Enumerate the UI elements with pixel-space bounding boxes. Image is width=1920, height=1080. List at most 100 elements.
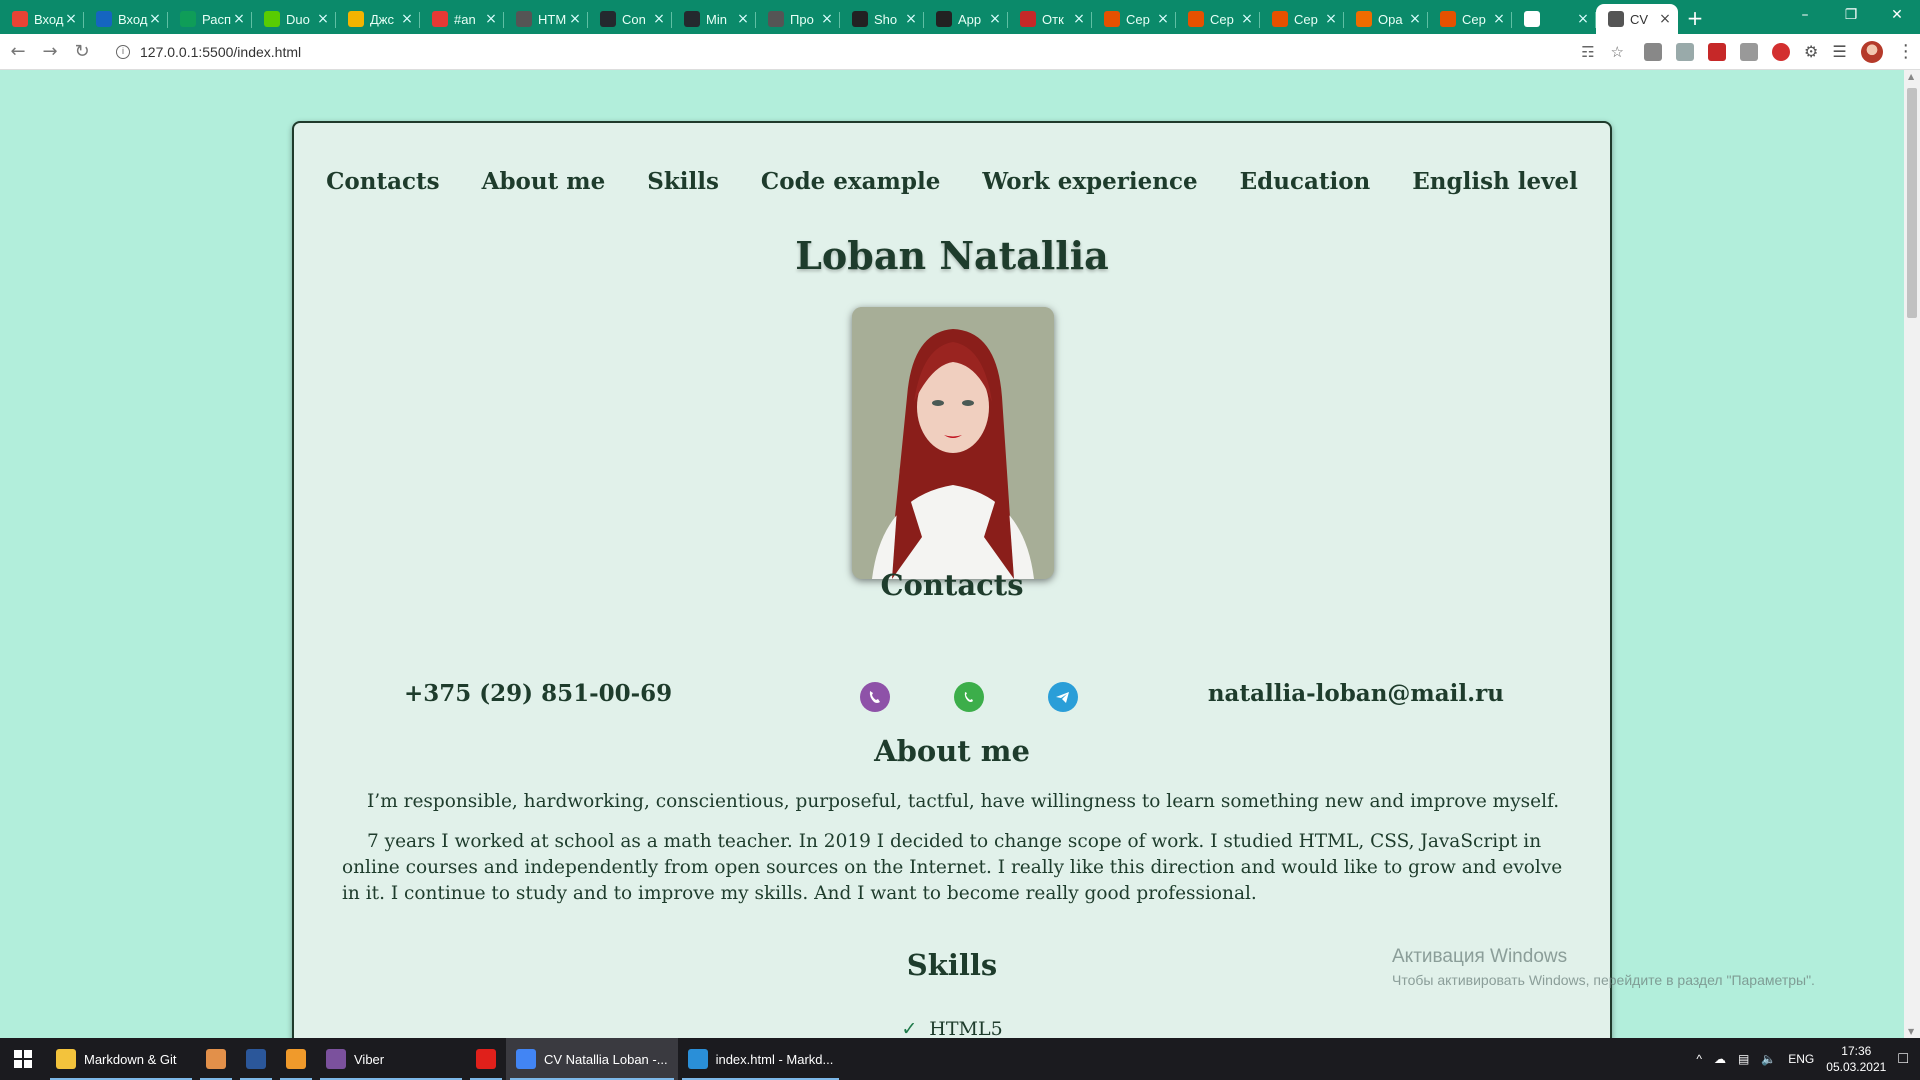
back-icon[interactable]: ← [4,41,32,62]
close-tab-icon[interactable]: × [1324,11,1338,27]
browser-tab[interactable]: #an × [420,4,504,34]
browser-tab[interactable]: Сер × [1176,4,1260,34]
close-tab-icon[interactable]: × [148,11,162,27]
browser-tab[interactable]: HTM × [504,4,588,34]
skill-item: HTML5 [929,1018,1003,1038]
email-address[interactable]: natallia-loban@mail.ru [1208,680,1504,707]
browser-tab[interactable]: Отк × [1008,4,1092,34]
scrollbar-thumb[interactable] [1907,88,1917,318]
taskbar-app[interactable]: index.html - Markd... [678,1038,844,1080]
taskbar-app[interactable] [196,1038,236,1080]
taskbar-app[interactable]: Viber [316,1038,466,1080]
browser-toolbar: ← → ↻ i 127.0.0.1:5500/index.html ☶ ☆ ⚙ … [0,34,1920,70]
browser-tab[interactable]: Расп × [168,4,252,34]
browser-tab[interactable]: Con × [588,4,672,34]
taskbar-app[interactable] [236,1038,276,1080]
browser-tab[interactable]: × [1512,4,1596,34]
close-tab-icon[interactable]: × [904,11,918,27]
pdf-extension-icon[interactable] [1708,42,1726,61]
minimize-icon[interactable]: – [1782,0,1828,30]
extension-icon[interactable] [1644,42,1662,61]
tab-title: CV [1630,11,1649,27]
close-tab-icon[interactable]: × [736,11,750,27]
browser-tab[interactable]: CV × [1596,4,1678,34]
close-tab-icon[interactable]: × [1072,11,1086,27]
forward-icon[interactable]: → [36,41,64,62]
taskbar-app[interactable] [466,1038,506,1080]
close-tab-icon[interactable]: × [1576,11,1590,27]
nav-code-example[interactable]: Code example [761,168,940,195]
translate-icon[interactable]: ☶ [1581,43,1594,61]
nav-english-level[interactable]: English level [1412,168,1578,195]
menu-dots-icon[interactable]: ⋮ [1897,41,1915,62]
start-button[interactable] [0,1038,46,1080]
close-tab-icon[interactable]: × [988,11,1002,27]
volume-icon[interactable]: 🔈 [1761,1052,1776,1066]
vpn-extension-icon[interactable] [1676,42,1694,61]
taskbar-app[interactable]: Markdown & Git [46,1038,196,1080]
whatsapp-icon[interactable] [954,682,984,712]
page-scrollbar[interactable]: ▲ ▼ [1904,70,1920,1038]
close-tab-icon[interactable]: × [1492,11,1506,27]
profile-photo [852,307,1054,579]
reload-icon[interactable]: ↻ [68,41,96,62]
close-tab-icon[interactable]: × [400,11,414,27]
puzzle-icon[interactable]: ⚙ [1804,42,1818,61]
nav-skills[interactable]: Skills [647,168,719,195]
close-tab-icon[interactable]: × [1156,11,1170,27]
adblock-extension-icon[interactable] [1772,42,1790,61]
browser-tab[interactable]: Ора × [1344,4,1428,34]
address-bar[interactable]: i 127.0.0.1:5500/index.html ☶ ☆ [106,37,1636,66]
close-tab-icon[interactable]: × [1658,11,1672,27]
browser-tab[interactable]: Min × [672,4,756,34]
browser-tab[interactable]: Duo × [252,4,336,34]
browser-tab[interactable]: Сер × [1260,4,1344,34]
browser-tab[interactable]: Сер × [1428,4,1512,34]
taskbar-app-label: Markdown & Git [84,1051,177,1067]
clock[interactable]: 17:36 05.03.2021 [1826,1043,1886,1075]
language-indicator[interactable]: ENG [1788,1052,1814,1066]
network-icon[interactable]: ▤ [1738,1052,1749,1066]
bookmark-star-icon[interactable]: ☆ [1611,43,1624,61]
nav-work-experience[interactable]: Work experience [982,168,1197,195]
viber-icon[interactable] [860,682,890,712]
schedule-icon [180,11,196,27]
scroll-down-icon[interactable]: ▼ [1908,1027,1914,1036]
reader-extension-icon[interactable] [1740,42,1758,61]
nav-education[interactable]: Education [1240,168,1371,195]
close-tab-icon[interactable]: × [316,11,330,27]
new-tab-button[interactable]: + [1678,4,1712,34]
browser-tab[interactable]: Джс × [336,4,420,34]
browser-tab[interactable]: Sho × [840,4,924,34]
tab-title: Сер [1294,11,1318,27]
about-paragraph-2: 7 years I worked at school as a math tea… [342,831,1563,904]
close-tab-icon[interactable]: × [64,11,78,27]
close-tab-icon[interactable]: × [1408,11,1422,27]
tray-expand-icon[interactable]: ^ [1696,1052,1702,1066]
nav-contacts[interactable]: Contacts [326,168,439,195]
reading-list-icon[interactable]: ☰ [1832,42,1846,61]
close-tab-icon[interactable]: × [484,11,498,27]
telegram-icon[interactable] [1048,682,1078,712]
browser-tab[interactable]: App × [924,4,1008,34]
close-tab-icon[interactable]: × [1240,11,1254,27]
close-tab-icon[interactable]: × [652,11,666,27]
restore-icon[interactable]: ❐ [1828,0,1874,30]
nav-about-me[interactable]: About me [482,168,606,195]
browser-tab[interactable]: Сер × [1092,4,1176,34]
cloud-icon[interactable]: ☁ [1714,1052,1726,1066]
close-tab-icon[interactable]: × [820,11,834,27]
close-window-icon[interactable]: ✕ [1874,0,1920,30]
scroll-up-icon[interactable]: ▲ [1908,72,1914,81]
phone-number[interactable]: +375 (29) 851-00-69 [404,680,672,707]
close-tab-icon[interactable]: × [568,11,582,27]
taskbar-app[interactable]: CV Natallia Loban -... [506,1038,678,1080]
notifications-icon[interactable]: □ [1898,1050,1908,1068]
browser-tab[interactable]: Про × [756,4,840,34]
taskbar-app[interactable] [276,1038,316,1080]
browser-tab[interactable]: Вход × [84,4,168,34]
site-info-icon[interactable]: i [116,44,130,59]
browser-tab[interactable]: Вход × [0,4,84,34]
profile-avatar[interactable] [1860,40,1883,63]
close-tab-icon[interactable]: × [232,11,246,27]
